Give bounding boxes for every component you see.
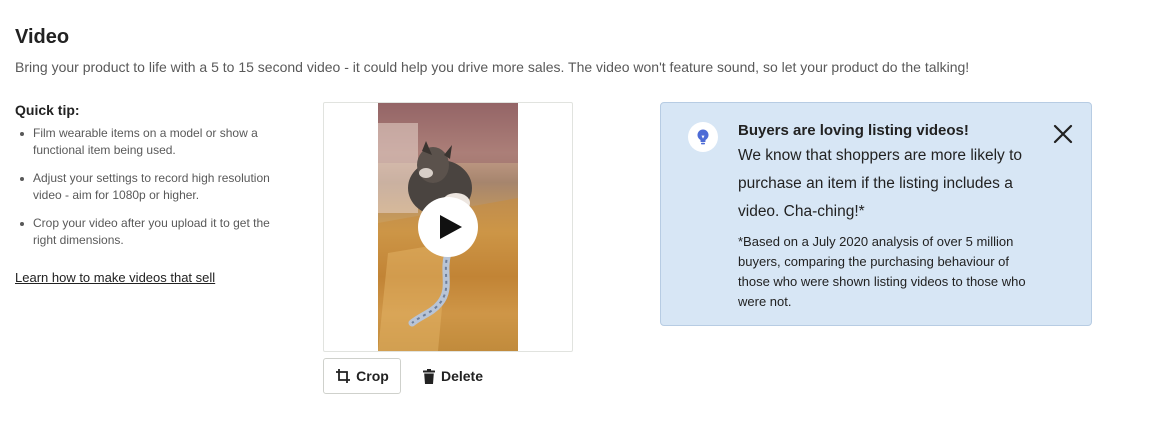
crop-button[interactable]: Crop	[323, 358, 401, 394]
info-card-body: We know that shoppers are more likely to…	[738, 147, 1023, 220]
play-icon	[440, 215, 462, 239]
tip-item: Film wearable items on a model or show a…	[20, 125, 295, 159]
quick-tips-list: Film wearable items on a model or show a…	[15, 125, 305, 249]
info-card-footnote: *Based on a July 2020 analysis of over 5…	[738, 234, 1026, 309]
crop-button-label: Crop	[356, 368, 389, 384]
delete-button[interactable]: Delete	[413, 358, 493, 394]
play-button[interactable]	[418, 197, 478, 257]
learn-videos-link[interactable]: Learn how to make videos that sell	[15, 270, 215, 285]
section-title: Video	[15, 26, 70, 48]
crop-icon	[336, 369, 351, 383]
trash-icon	[422, 368, 435, 384]
info-card-heading: Buyers are loving listing videos!	[738, 122, 969, 139]
tip-item: Crop your video after you upload it to g…	[20, 215, 295, 249]
section-subtitle: Bring your product to life with a 5 to 1…	[15, 59, 970, 75]
lightbulb-icon-wrapper	[688, 122, 718, 152]
delete-button-label: Delete	[440, 368, 484, 384]
lightbulb-icon	[697, 129, 709, 145]
close-icon	[1053, 124, 1073, 144]
video-preview	[323, 102, 573, 352]
tip-item: Adjust your settings to record high reso…	[20, 170, 295, 204]
info-card: Buyers are loving listing videos! We kno…	[660, 102, 1092, 326]
close-button[interactable]	[1051, 122, 1075, 146]
quick-tips: Quick tip: Film wearable items on a mode…	[15, 102, 305, 260]
quick-tips-heading: Quick tip:	[15, 102, 80, 118]
video-thumbnail[interactable]	[378, 103, 518, 351]
